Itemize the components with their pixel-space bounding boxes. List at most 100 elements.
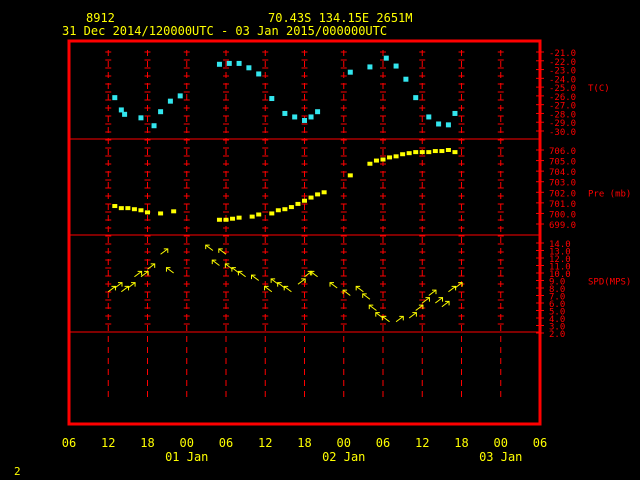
- panel-label-wind_speed: SPD(MPS): [588, 278, 631, 288]
- temperature-point: [269, 96, 275, 102]
- wind-arrow: [237, 270, 246, 278]
- wind-arrow: [408, 312, 417, 319]
- pressure-point: [112, 204, 118, 209]
- y-tick-label: 705.0: [549, 158, 576, 168]
- wind-arrow: [441, 300, 450, 308]
- pressure-point: [367, 161, 373, 166]
- x-tick-label: 12: [101, 436, 115, 450]
- pressure-point: [269, 211, 275, 216]
- temperature-point: [426, 114, 432, 120]
- pressure-point: [413, 150, 419, 155]
- pressure-point: [125, 206, 131, 211]
- temperature-point: [413, 95, 419, 101]
- temperature-point: [383, 55, 389, 61]
- wind-arrow-shaft: [329, 282, 338, 289]
- wind-arrow-shaft: [205, 244, 214, 251]
- pressure-point: [452, 150, 458, 155]
- x-day-label: 03 Jan: [479, 450, 522, 464]
- pressure-point: [158, 211, 164, 216]
- temperature-point: [246, 65, 252, 71]
- pressure-point: [380, 157, 386, 162]
- y-tick-label: 701.0: [549, 200, 576, 210]
- wind-arrow-shaft: [121, 285, 129, 293]
- wind-arrow: [428, 289, 437, 296]
- wind-arrow-shaft: [114, 282, 123, 289]
- wind-arrow-shaft: [355, 285, 364, 293]
- wind-arrow-shaft: [441, 300, 450, 308]
- pressure-point: [445, 148, 451, 152]
- pressure-point: [387, 155, 393, 160]
- wind-arrow: [134, 270, 143, 278]
- wind-arrow-shaft: [134, 270, 142, 278]
- x-tick-label: 18: [140, 436, 154, 450]
- temperature-point: [112, 95, 118, 101]
- pressure-point: [321, 190, 327, 195]
- x-tick-label: 00: [337, 436, 351, 450]
- wind-arrow-shaft: [166, 267, 174, 274]
- wind-arrow-shaft: [435, 297, 443, 304]
- temperature-point: [122, 111, 128, 117]
- x-day-label: 01 Jan: [165, 450, 208, 464]
- wind-arrow-shaft: [251, 274, 260, 281]
- pressure-point: [145, 210, 150, 215]
- x-tick-label: 06: [376, 436, 390, 450]
- wind-arrow: [435, 297, 444, 304]
- wind-arrow: [283, 285, 292, 293]
- time-period: 31 Dec 2014/120000UTC - 03 Jan 2015/0000…: [62, 24, 387, 38]
- pressure-point: [223, 217, 229, 222]
- pressure-point: [282, 207, 288, 212]
- wind-arrow: [355, 285, 364, 293]
- page-number: 2: [14, 465, 21, 478]
- station-location: 70.43S 134.15E 2651M: [268, 11, 413, 25]
- pressure-point: [439, 149, 445, 154]
- pressure-point: [373, 158, 379, 163]
- temperature-point: [256, 71, 262, 77]
- pressure-point: [432, 149, 438, 154]
- temperature-point: [138, 115, 144, 121]
- y-tick-label: 2.0: [549, 330, 565, 340]
- temperature-point: [452, 110, 458, 116]
- x-tick-label: 06: [219, 436, 233, 450]
- pressure-point: [426, 150, 432, 155]
- temperature-point: [282, 110, 288, 116]
- wind-arrow-shaft: [283, 285, 292, 293]
- wind-arrow-shaft: [127, 282, 136, 289]
- x-tick-label: 12: [415, 436, 429, 450]
- temperature-point: [367, 64, 373, 70]
- wind-arrow-shaft: [448, 285, 456, 293]
- pressure-point: [288, 205, 294, 210]
- y-tick-label: -30.0: [549, 128, 576, 138]
- pressure-point: [236, 215, 242, 220]
- wind-arrow-shaft: [408, 312, 417, 319]
- station-id: 8912: [86, 11, 115, 25]
- wind-arrow: [368, 304, 377, 311]
- wind-arrow-shaft: [238, 270, 246, 278]
- temperature-point: [308, 114, 314, 120]
- panel-label-pressure: Pre (mb): [588, 189, 631, 199]
- wind-arrow: [147, 263, 156, 270]
- x-tick-label: 06: [62, 436, 76, 450]
- pressure-point: [393, 154, 399, 159]
- temperature-point: [292, 114, 298, 120]
- wind-arrow: [165, 267, 174, 274]
- x-tick-label: 00: [494, 436, 508, 450]
- pressure-point: [171, 209, 177, 214]
- wind-arrow: [264, 285, 273, 293]
- temperature-point: [177, 93, 183, 99]
- pressure-point: [419, 150, 425, 155]
- y-tick-label: 703.0: [549, 179, 576, 189]
- wind-arrow-shaft: [395, 315, 404, 323]
- wind-arrow-shaft: [264, 285, 273, 293]
- temperature-point: [118, 107, 124, 113]
- x-day-label: 02 Jan: [322, 450, 365, 464]
- wind-arrow-shaft: [147, 263, 155, 270]
- wind-arrow: [114, 282, 123, 289]
- temperature-point: [167, 98, 173, 104]
- temperature-point: [403, 76, 409, 82]
- pressure-point: [347, 173, 353, 178]
- pressure-point: [295, 201, 301, 206]
- temperature-point: [216, 61, 222, 67]
- pressure-point: [308, 195, 314, 200]
- grid-lines: [105, 50, 504, 400]
- pressure-point: [400, 152, 406, 157]
